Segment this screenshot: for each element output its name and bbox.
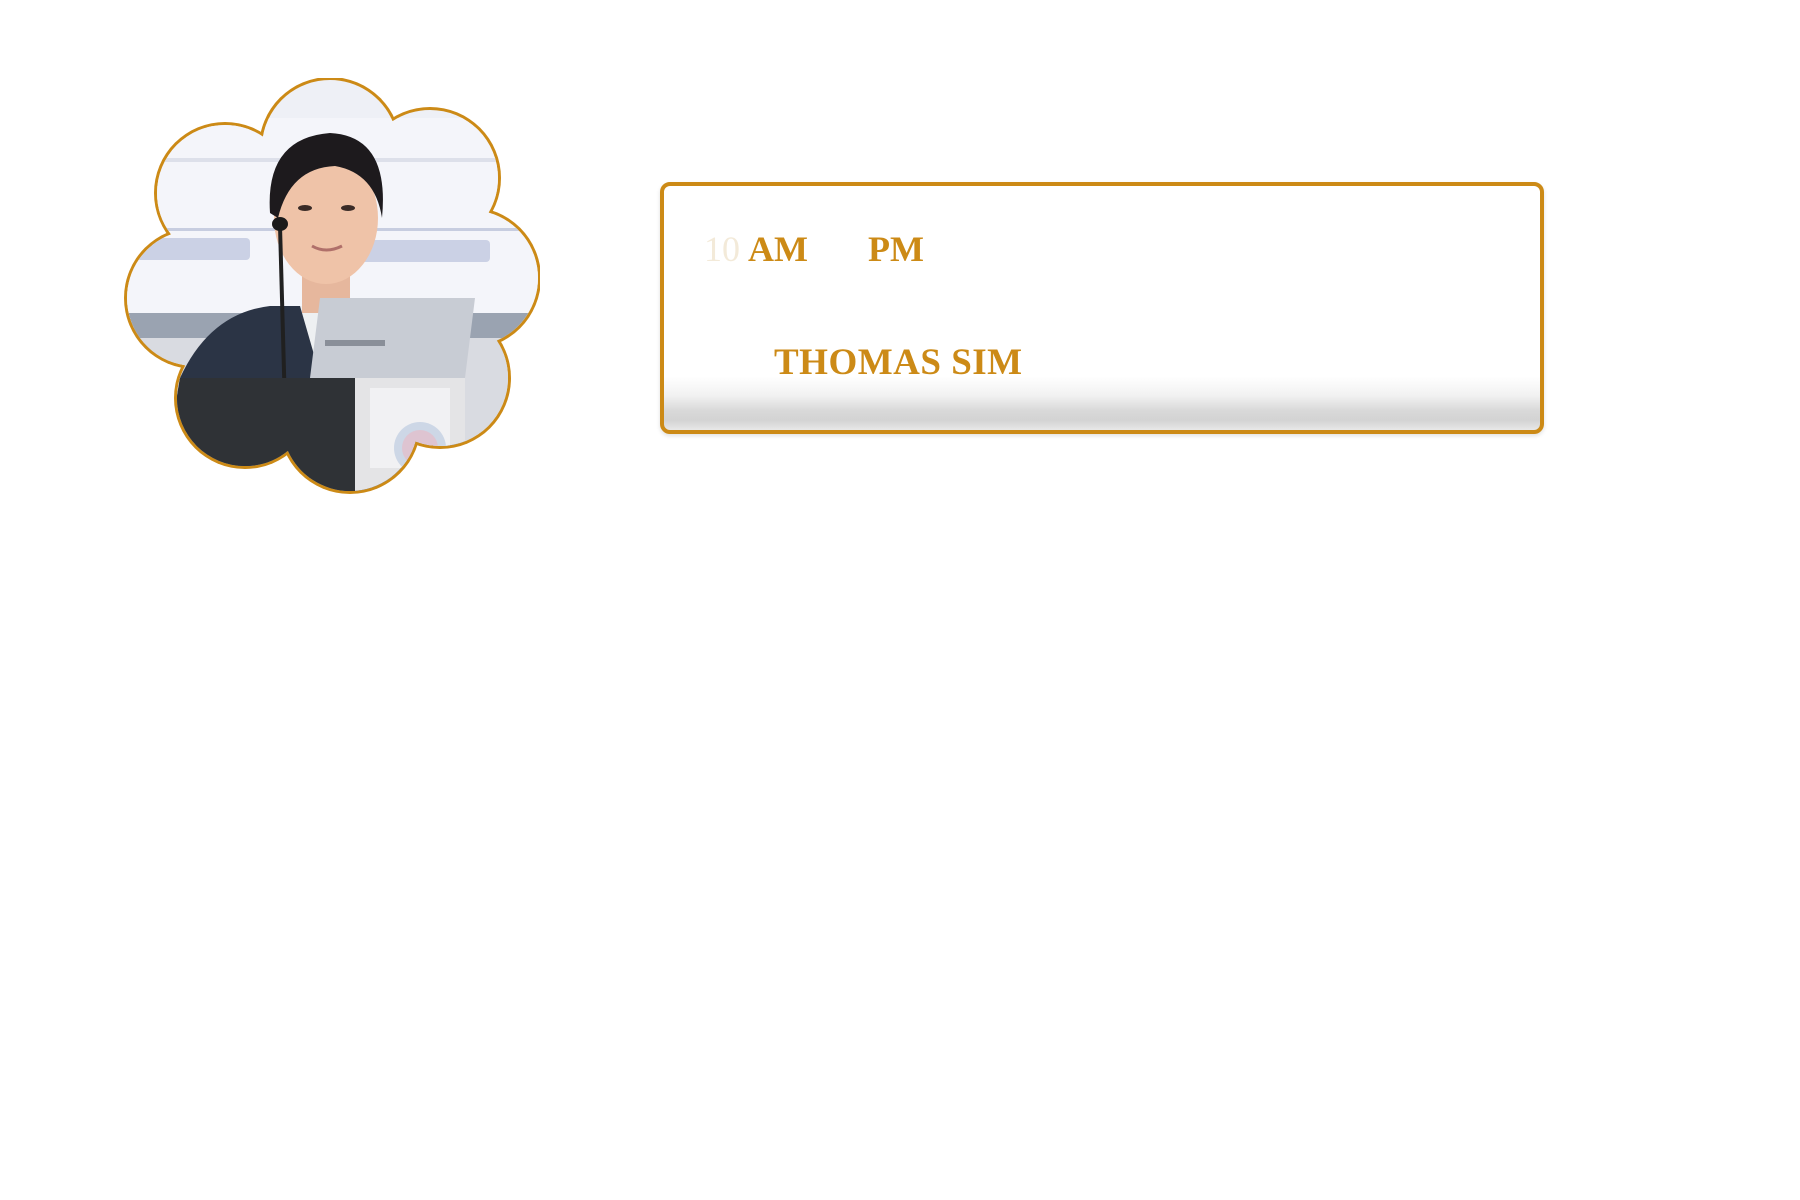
speaker-name: THOMAS SIM [774,342,1023,383]
speaker-photo-image [124,78,540,494]
session-start-hour: 10 [704,229,740,269]
session-start-meridiem: AM [748,229,808,269]
session-time: 10 AM PM [704,228,924,270]
session-info-card: 10 AM PM THOMAS SIM [660,182,1544,434]
session-end-meridiem: PM [867,229,924,269]
speaker-photo [120,78,540,498]
